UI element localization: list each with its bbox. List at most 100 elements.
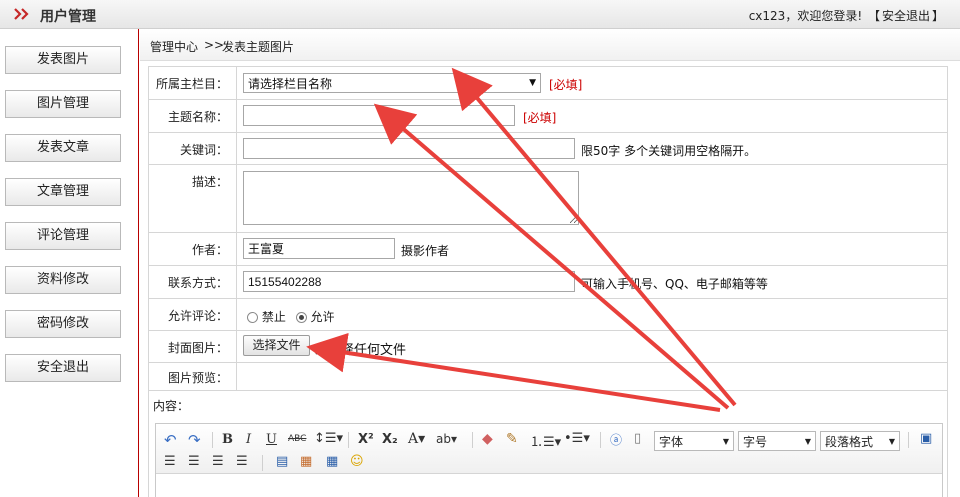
row-topic: 主题名称： [必填] bbox=[149, 100, 947, 133]
choose-file-button[interactable]: 选择文件 bbox=[243, 335, 310, 356]
italic-icon[interactable]: I bbox=[246, 432, 251, 447]
topic-input[interactable] bbox=[243, 105, 515, 126]
welcome-message: cx123，欢迎您登录! 【安全退出】 bbox=[749, 7, 946, 24]
contact-hint: 可输入手机号、QQ、电子邮箱等等 bbox=[581, 277, 768, 291]
topic-label: 主题名称： bbox=[149, 100, 237, 132]
justify-center-icon[interactable]: ☰ bbox=[188, 454, 200, 469]
subscript-icon[interactable]: X₂ bbox=[382, 432, 398, 447]
toolbar-divider bbox=[908, 432, 909, 448]
rich-text-editor: ↶ ↷ B I U ABC ↕☰▾ X² X₂ A▾ ab▾ ◆ ✎ ⒈☰▾ •… bbox=[155, 423, 943, 497]
sidebar-item-post-article[interactable]: 发表文章 bbox=[5, 134, 121, 162]
new-page-icon[interactable]: ▯ bbox=[634, 431, 641, 446]
justify-right-icon[interactable]: ☰ bbox=[212, 454, 224, 469]
bracket-open: 【 bbox=[867, 9, 880, 23]
comments-label: 允许评论： bbox=[149, 299, 237, 330]
description-textarea[interactable] bbox=[243, 171, 579, 225]
author-input[interactable] bbox=[243, 238, 395, 259]
font-family-select[interactable]: 字体 ▼ bbox=[654, 431, 734, 451]
editor-toolbar: ↶ ↷ B I U ABC ↕☰▾ X² X₂ A▾ ab▾ ◆ ✎ ⒈☰▾ •… bbox=[156, 424, 942, 474]
sidebar-item-comment-manage[interactable]: 评论管理 bbox=[5, 222, 121, 250]
toolbar-divider bbox=[262, 455, 263, 471]
paragraph-select[interactable]: 段落格式 ▼ bbox=[820, 431, 900, 451]
contact-input[interactable] bbox=[243, 271, 575, 292]
row-content: 内容： bbox=[149, 391, 947, 419]
radio-forbid[interactable] bbox=[247, 312, 258, 323]
column-required: [必填] bbox=[549, 78, 583, 92]
justify-left-icon[interactable]: ☰ bbox=[164, 454, 176, 469]
row-contact: 联系方式： 可输入手机号、QQ、电子邮箱等等 bbox=[149, 266, 947, 299]
sidebar-item-image-manage[interactable]: 图片管理 bbox=[5, 90, 121, 118]
superscript-icon[interactable]: X² bbox=[358, 432, 374, 447]
breadcrumb: 管理中心 >> 发表主题图片 bbox=[140, 29, 960, 61]
keywords-label: 关键词： bbox=[149, 133, 237, 164]
keywords-input[interactable] bbox=[243, 138, 575, 159]
row-keywords: 关键词： 限50字 多个关键词用空格隔开。 bbox=[149, 133, 947, 165]
sidebar-item-password-edit[interactable]: 密码修改 bbox=[5, 310, 121, 338]
sidebar-item-article-manage[interactable]: 文章管理 bbox=[5, 178, 121, 206]
insert-code-icon[interactable]: ▤ bbox=[276, 454, 288, 469]
emotion-icon[interactable]: ☺ bbox=[350, 454, 364, 469]
breadcrumb-current: 发表主题图片 bbox=[222, 40, 295, 54]
top-bar: 用户管理 cx123，欢迎您登录! 【安全退出】 bbox=[0, 0, 960, 29]
bracket-close: 】 bbox=[931, 9, 944, 23]
font-family-value: 字体 bbox=[659, 434, 684, 449]
double-chevron-logo-icon bbox=[14, 8, 29, 20]
radio-forbid-label: 禁止 bbox=[261, 310, 286, 324]
cover-label: 封面图片： bbox=[149, 331, 237, 362]
toolbar-divider bbox=[472, 432, 473, 448]
sidebar-item-logout[interactable]: 安全退出 bbox=[5, 354, 121, 382]
font-size-select[interactable]: 字号 ▼ bbox=[738, 431, 816, 451]
row-preview: 图片预览： bbox=[149, 363, 947, 391]
toolbar-divider bbox=[212, 432, 213, 448]
preview-label: 图片预览： bbox=[149, 363, 237, 390]
sidebar-item-post-image[interactable]: 发表图片 bbox=[5, 46, 121, 74]
author-label: 作者： bbox=[149, 233, 237, 265]
font-color-icon[interactable]: A▾ bbox=[408, 431, 425, 447]
anchor-icon[interactable]: ⓐ bbox=[610, 431, 622, 448]
welcome-text: ，欢迎您登录! bbox=[785, 9, 863, 23]
row-description: 描述： bbox=[149, 165, 947, 233]
toolbar-divider bbox=[600, 432, 601, 448]
dropdown-arrow-icon: ▼ bbox=[529, 78, 536, 88]
row-cover: 封面图片： 选择文件 未选择任何文件 bbox=[149, 331, 947, 363]
keywords-hint: 限50字 多个关键词用空格隔开。 bbox=[581, 144, 757, 158]
row-comments: 允许评论： 禁止 允许 bbox=[149, 299, 947, 331]
contact-label: 联系方式： bbox=[149, 266, 237, 298]
dropdown-arrow-icon: ▼ bbox=[722, 436, 729, 446]
radio-allow[interactable] bbox=[295, 312, 307, 323]
logout-link[interactable]: 安全退出 bbox=[882, 9, 930, 23]
column-label: 所属主栏目： bbox=[149, 67, 237, 99]
paragraph-value: 段落格式 bbox=[825, 434, 874, 449]
highlight-icon[interactable]: ab▾ bbox=[436, 432, 457, 446]
column-select-value: 请选择栏目名称 bbox=[248, 76, 333, 91]
unordered-list-icon[interactable]: •☰▾ bbox=[564, 431, 590, 446]
font-size-value: 字号 bbox=[743, 434, 768, 449]
author-hint: 摄影作者 bbox=[401, 244, 450, 258]
redo-icon[interactable]: ↷ bbox=[188, 431, 201, 449]
dropdown-arrow-icon: ▼ bbox=[888, 436, 895, 446]
preview-monitor-icon[interactable]: ▣ bbox=[920, 431, 932, 446]
bold-icon[interactable]: B bbox=[222, 432, 233, 447]
eraser-icon[interactable]: ◆ bbox=[482, 431, 493, 447]
comments-radio-group: 禁止 允许 bbox=[247, 308, 335, 325]
page-title: 用户管理 bbox=[40, 9, 96, 25]
strikethrough-icon[interactable]: ABC bbox=[288, 434, 306, 444]
insert-image-icon[interactable]: ▦ bbox=[300, 454, 312, 469]
line-height-icon[interactable]: ↕☰▾ bbox=[314, 431, 343, 446]
breadcrumb-home[interactable]: 管理中心 bbox=[150, 38, 198, 55]
radio-allow-label: 允许 bbox=[310, 310, 335, 324]
insert-table-icon[interactable]: ▦ bbox=[326, 454, 338, 469]
row-column: 所属主栏目： 请选择栏目名称 ▼ [必填] bbox=[149, 67, 947, 100]
topic-required: [必填] bbox=[523, 111, 557, 125]
justify-full-icon[interactable]: ☰ bbox=[236, 454, 248, 469]
column-select[interactable]: 请选择栏目名称 ▼ bbox=[243, 73, 541, 93]
dropdown-arrow-icon: ▼ bbox=[804, 436, 811, 446]
sidebar: 发表图片 图片管理 发表文章 文章管理 评论管理 资料修改 密码修改 安全退出 bbox=[0, 29, 139, 497]
file-status: 未选择任何文件 bbox=[315, 343, 407, 358]
sidebar-item-profile-edit[interactable]: 资料修改 bbox=[5, 266, 121, 294]
undo-icon[interactable]: ↶ bbox=[164, 431, 177, 449]
underline-icon[interactable]: U bbox=[266, 432, 277, 447]
toolbar-divider bbox=[348, 432, 349, 448]
ordered-list-icon[interactable]: ⒈☰▾ bbox=[530, 431, 561, 450]
format-painter-icon[interactable]: ✎ bbox=[506, 431, 518, 447]
